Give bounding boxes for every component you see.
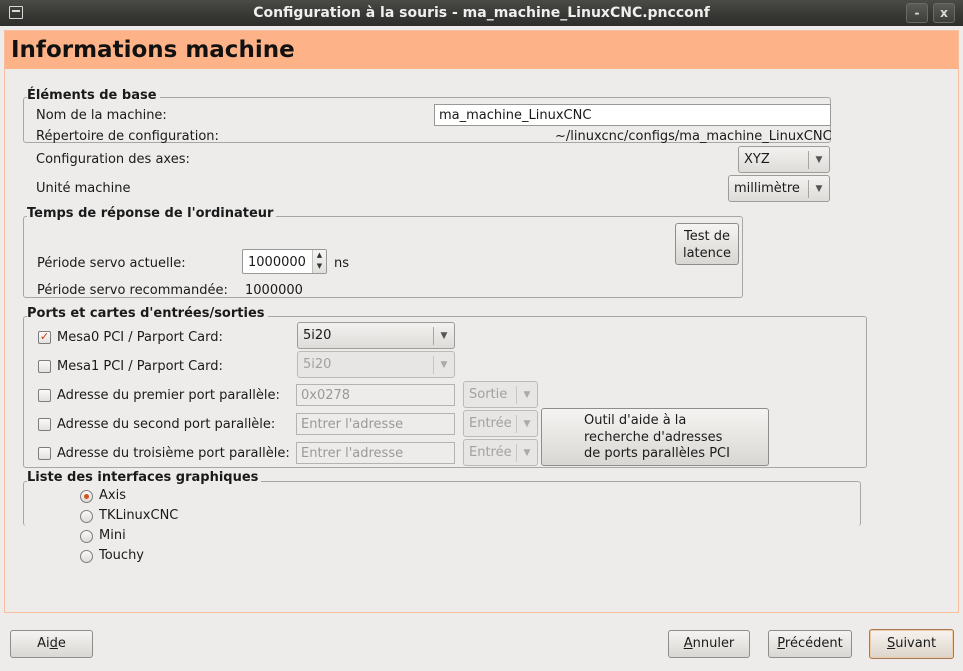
axes-config-label: Configuration des axes:: [36, 152, 190, 167]
pp1-label: Adresse du premier port parallèle:: [57, 388, 280, 403]
previous-label-key: P: [777, 636, 785, 651]
page-header: Informations machine: [5, 31, 958, 69]
pci-helper-line3: de ports parallèles PCI: [584, 446, 730, 461]
help-button[interactable]: Aide: [10, 630, 93, 658]
gui-option-axis: Axis: [99, 488, 126, 503]
servo-period-value: 1000000: [248, 255, 306, 270]
mesa0-checkbox[interactable]: ✓: [38, 331, 51, 344]
gui-frame-title: Liste des interfaces graphiques: [27, 470, 262, 485]
chevron-down-icon: ▼: [808, 180, 829, 198]
pp1-address-input[interactable]: 0x0278: [296, 384, 455, 406]
pci-helper-line2: recherche d'adresses: [584, 429, 723, 445]
spin-arrows-icon[interactable]: ▲ ▼: [312, 250, 326, 273]
pp2-direction-select[interactable]: Entrée ▼: [463, 410, 538, 437]
pp1-direction-select[interactable]: Sortie ▼: [463, 381, 538, 408]
pp2-checkbox[interactable]: [38, 418, 51, 431]
axes-config-select[interactable]: XYZ ▼: [738, 146, 830, 173]
gui-radio-mini[interactable]: [80, 530, 93, 543]
machine-unit-value: millimètre: [734, 181, 800, 196]
machine-name-input[interactable]: ma_machine_LinuxCNC: [434, 104, 831, 126]
mesa1-select[interactable]: 5i20 ▼: [297, 351, 455, 378]
chevron-down-icon: ▼: [433, 327, 454, 345]
timing-frame-title: Temps de réponse de l'ordinateur: [27, 206, 277, 221]
pp2-label: Adresse du second port parallèle:: [57, 417, 276, 432]
pp3-direction-value: Entrée: [469, 445, 512, 460]
next-label-key: S: [886, 636, 896, 651]
pp1-direction-value: Sortie: [469, 387, 508, 402]
machine-name-label: Nom de la machine:: [36, 108, 167, 123]
chevron-down-icon: ▼: [516, 386, 537, 404]
chevron-down-icon: ▼: [808, 151, 829, 169]
mesa0-label: Mesa0 PCI / Parport Card:: [57, 330, 223, 345]
gui-option-mini: Mini: [99, 528, 126, 543]
latency-test-label-line2: latence: [682, 246, 732, 261]
pp1-checkbox[interactable]: [38, 389, 51, 402]
help-label-key: d: [49, 636, 58, 651]
mesa1-value: 5i20: [303, 357, 332, 372]
previous-label: récédent: [784, 636, 843, 651]
mesa0-select[interactable]: 5i20 ▼: [297, 322, 455, 349]
mesa0-value: 5i20: [303, 328, 332, 343]
recommended-period-value: 1000000: [245, 283, 303, 298]
pci-helper-line1: Outil d'aide à la: [584, 413, 687, 428]
recommended-period-label: Période servo recommandée:: [37, 283, 228, 298]
gui-radio-tklinuxcnc[interactable]: [80, 510, 93, 523]
gui-option-touchy: Touchy: [99, 548, 145, 563]
pp3-label: Adresse du troisième port parallèle:: [57, 446, 290, 461]
chevron-down-icon: ▼: [433, 356, 454, 374]
servo-period-label: Période servo actuelle:: [37, 256, 186, 271]
cancel-button[interactable]: Annuler: [668, 630, 750, 658]
minimize-icon[interactable]: -: [906, 3, 928, 23]
assistant-page: Informations machine Éléments de base No…: [4, 30, 959, 613]
config-dir-label: Répertoire de configuration:: [36, 129, 219, 144]
pci-port-finder-button[interactable]: Outil d'aide à la recherche d'adresses d…: [541, 408, 769, 466]
mesa1-checkbox[interactable]: [38, 360, 51, 373]
window-titlebar[interactable]: Configuration à la souris - ma_machine_L…: [0, 0, 963, 26]
next-label: uivant: [895, 636, 937, 651]
page-title: Informations machine: [11, 37, 295, 63]
machine-unit-select[interactable]: millimètre ▼: [728, 175, 830, 202]
cancel-label-key: A: [683, 636, 693, 651]
pp2-address-input[interactable]: Entrer l'adresse: [296, 413, 455, 435]
ports-frame-title: Ports et cartes d'entrées/sorties: [27, 306, 268, 321]
latency-test-button[interactable]: Test de latence: [675, 223, 739, 265]
window-title: Configuration à la souris - ma_machine_L…: [253, 5, 710, 21]
servo-period-spinner[interactable]: 1000000 ▲ ▼: [242, 249, 327, 274]
chevron-down-icon: ▼: [516, 415, 537, 433]
servo-period-unit: ns: [334, 256, 350, 271]
pp3-checkbox[interactable]: [38, 447, 51, 460]
gui-radio-touchy[interactable]: [80, 550, 93, 563]
previous-button[interactable]: Précédent: [768, 630, 852, 658]
close-icon[interactable]: x: [933, 3, 955, 23]
config-dir-value: ~/linuxcnc/configs/ma_machine_LinuxCNC: [555, 129, 832, 144]
chevron-down-icon: ▼: [516, 444, 537, 462]
machine-unit-label: Unité machine: [36, 181, 131, 196]
next-button[interactable]: Suivant: [869, 629, 954, 659]
pp3-address-input[interactable]: Entrer l'adresse: [296, 442, 455, 464]
help-label-a: Ai: [37, 636, 50, 651]
help-label-b: e: [57, 636, 66, 651]
axes-config-value: XYZ: [744, 152, 770, 167]
latency-test-label-line1: Test de: [684, 229, 730, 244]
mesa1-label: Mesa1 PCI / Parport Card:: [57, 359, 223, 374]
gui-radio-axis[interactable]: [80, 490, 93, 503]
base-frame-title: Éléments de base: [27, 88, 160, 103]
pp2-direction-value: Entrée: [469, 416, 512, 431]
gui-option-tklinuxcnc: TKLinuxCNC: [99, 508, 179, 523]
cancel-label: nnuler: [692, 636, 735, 651]
pp3-direction-select[interactable]: Entrée ▼: [463, 439, 538, 466]
